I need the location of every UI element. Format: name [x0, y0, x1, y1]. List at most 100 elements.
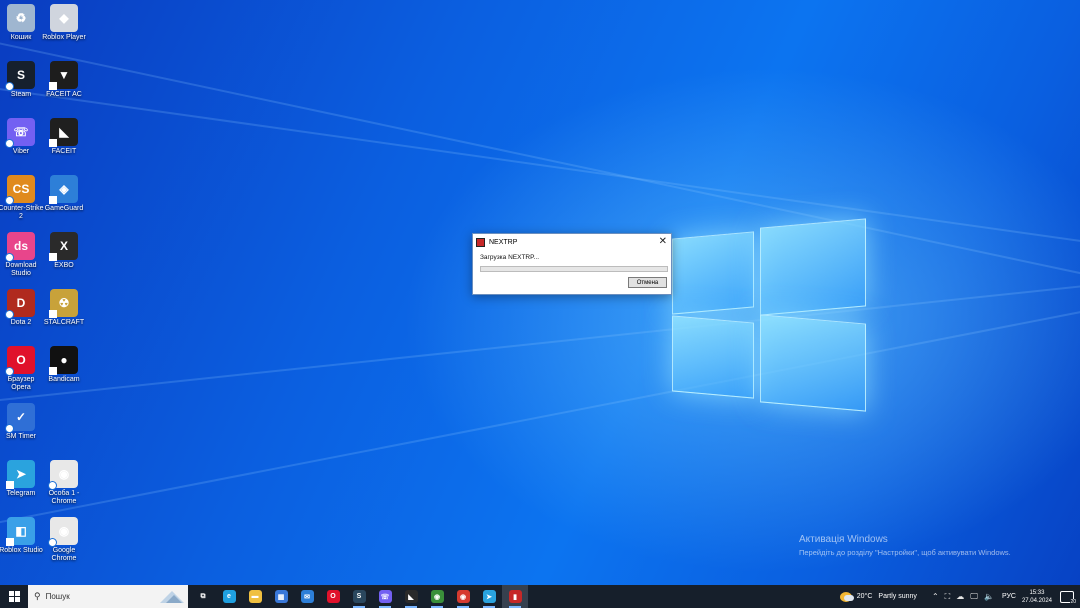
taskbar-chrome-profile[interactable]: ◉ — [424, 585, 450, 608]
mail-icon: ✉ — [300, 590, 314, 603]
clock[interactable]: 15:33 27.04.2024 — [1022, 589, 1052, 605]
taskbar-viber[interactable]: ☏ — [372, 585, 398, 608]
desktop-icon-label: Особа 1 - Chrome — [48, 490, 80, 505]
edge-icon: e — [222, 590, 236, 603]
search-placeholder: Пошук — [45, 592, 70, 601]
chrome-profile-icon: ◉ — [430, 590, 444, 603]
app-icon: ◧ — [6, 517, 35, 546]
desktop-icon[interactable]: ➤ Telegram — [0, 460, 43, 516]
sync-check-icon — [48, 538, 57, 547]
shortcut-arrow-icon — [49, 310, 57, 318]
sync-check-icon — [48, 481, 57, 490]
wallpaper-beam — [0, 254, 1080, 562]
app-icon: ✓ — [5, 403, 35, 433]
notification-count: 20 — [1070, 598, 1076, 605]
chevron-up-icon[interactable]: ⌃ — [932, 592, 939, 601]
desktop-icon[interactable]: ☏ Viber — [0, 118, 43, 174]
desktop-icon[interactable]: ♻ Кошик — [0, 4, 43, 60]
desktop-icon[interactable]: CS Counter-Strike 2 — [0, 175, 44, 231]
taskbar-steam[interactable]: S — [346, 585, 372, 608]
close-icon[interactable]: ✕ — [659, 236, 667, 247]
nextrp-icon: ▮ — [508, 590, 522, 603]
desktop-icon-label: Download Studio — [5, 262, 37, 277]
app-icon: X — [49, 232, 78, 261]
microsoft-store-icon: ▦ — [274, 590, 288, 603]
sync-check-icon — [5, 253, 14, 262]
network-adapter-icon[interactable]: ⛶ — [945, 592, 951, 602]
desktop-icon-label: STALCRAFT — [43, 319, 85, 326]
desktop-icon[interactable]: ◉ Google Chrome — [42, 517, 86, 573]
taskbar-file-explorer[interactable]: ▬ — [242, 585, 268, 608]
search-icon: ⚲ — [34, 591, 41, 601]
desktop-icon[interactable]: ◆ Roblox Player — [42, 4, 86, 60]
desktop-icon-label: Roblox Player — [42, 34, 86, 41]
sync-check-icon — [5, 367, 14, 376]
weather-widget[interactable]: 20°C Partly sunny — [839, 591, 917, 602]
taskbar-microsoft-store[interactable]: ▦ — [268, 585, 294, 608]
taskbar-apps: ⧉ e ▬ ▦ ✉ O S ☏ ◣ ◉ ◉ ➤ ▮ — [190, 585, 528, 608]
app-icon: ◆ — [50, 4, 78, 32]
start-button[interactable] — [0, 585, 28, 608]
desktop-icon[interactable]: ✓ SM Timer — [0, 403, 43, 459]
telegram-icon: ➤ — [482, 590, 496, 603]
desktop-icon-label: Dota 2 — [10, 319, 32, 326]
desktop-icon-label: SM Timer — [6, 433, 36, 440]
shortcut-arrow-icon — [6, 538, 14, 546]
cancel-button[interactable]: Отмена — [628, 277, 667, 288]
desktop-icon[interactable]: ▼ FACEIT AC — [42, 61, 86, 117]
app-icon: D — [5, 289, 35, 319]
taskbar: ⚲ Пошук ⧉ e ▬ ▦ ✉ O S ☏ ◣ ◉ ◉ ➤ ▮ 20°C Partly sunny … — [0, 585, 1080, 608]
taskbar-chrome[interactable]: ◉ — [450, 585, 476, 608]
shortcut-arrow-icon — [49, 253, 57, 261]
shortcut-arrow-icon — [49, 196, 57, 204]
taskbar-edge[interactable]: e — [216, 585, 242, 608]
volume-icon[interactable]: 🔈 — [984, 592, 994, 601]
desktop-icon[interactable]: O Браузер Opera — [0, 346, 43, 402]
taskbar-faceit[interactable]: ◣ — [398, 585, 424, 608]
taskbar-mail[interactable]: ✉ — [294, 585, 320, 608]
system-tray: 20°C Partly sunny ⌃ ⛶ ☁ 🖵 🔈 РУС 15:33 27… — [839, 585, 1080, 608]
desktop-icon[interactable]: X EXBO — [42, 232, 86, 288]
nextrp-loading-dialog[interactable]: NEXTRP ✕ Загрузка NEXTRP... Отмена — [472, 233, 672, 295]
app-icon: ● — [49, 346, 78, 375]
network-icon[interactable]: 🖵 — [970, 592, 978, 602]
taskbar-telegram[interactable]: ➤ — [476, 585, 502, 608]
taskbar-search[interactable]: ⚲ Пошук — [28, 585, 188, 608]
taskbar-nextrp[interactable]: ▮ — [502, 585, 528, 608]
desktop-icon-label: Bandicam — [48, 376, 80, 383]
desktop-icon[interactable]: ● Bandicam — [42, 346, 86, 402]
desktop-icon-label: Google Chrome — [51, 547, 77, 562]
clock-time: 15:33 — [1029, 589, 1045, 596]
sync-check-icon — [5, 310, 14, 319]
app-icon: ds — [5, 232, 35, 262]
desktop-icon-label: FACEIT — [51, 148, 77, 155]
windows-logo — [670, 215, 868, 417]
language-indicator[interactable]: РУС — [1002, 593, 1016, 600]
taskbar-task-view[interactable]: ⧉ — [190, 585, 216, 608]
taskbar-opera[interactable]: O — [320, 585, 346, 608]
desktop-icon[interactable]: ◣ FACEIT — [42, 118, 86, 174]
desktop-icon[interactable]: ◉ Особа 1 - Chrome — [42, 460, 86, 516]
desktop-icon[interactable]: ◧ Roblox Studio — [0, 517, 43, 573]
clock-date: 27.04.2024 — [1021, 597, 1052, 604]
desktop-icon[interactable]: ds Download Studio — [0, 232, 43, 288]
dialog-titlebar[interactable]: NEXTRP — [473, 234, 671, 250]
notification-center-icon[interactable]: 20 — [1060, 590, 1076, 605]
onedrive-icon[interactable]: ☁ — [956, 592, 964, 601]
watermark-subtitle: Перейдіть до розділу "Настройки", щоб ак… — [799, 548, 1011, 557]
desktop-icon-label: EXBO — [54, 262, 74, 269]
viber-icon: ☏ — [378, 590, 392, 603]
desktop-icon-label: Viber — [12, 148, 30, 155]
desktop-icon[interactable]: S Steam — [0, 61, 43, 117]
desktop-icon-label: Steam — [10, 91, 32, 98]
search-highlight-icon — [160, 591, 184, 603]
loading-message: Загрузка NEXTRP... — [480, 254, 540, 261]
desktop-icon[interactable]: ◈ GameGuard — [42, 175, 86, 231]
sync-check-icon — [5, 139, 14, 148]
weather-temp: 20°C — [856, 593, 873, 600]
desktop-icon[interactable]: ☢ STALCRAFT — [42, 289, 86, 345]
task-view-icon: ⧉ — [196, 590, 210, 603]
desktop-icon-label: Counter-Strike 2 — [0, 205, 44, 220]
app-icon: ▼ — [49, 61, 78, 90]
desktop-icon[interactable]: D Dota 2 — [0, 289, 43, 345]
